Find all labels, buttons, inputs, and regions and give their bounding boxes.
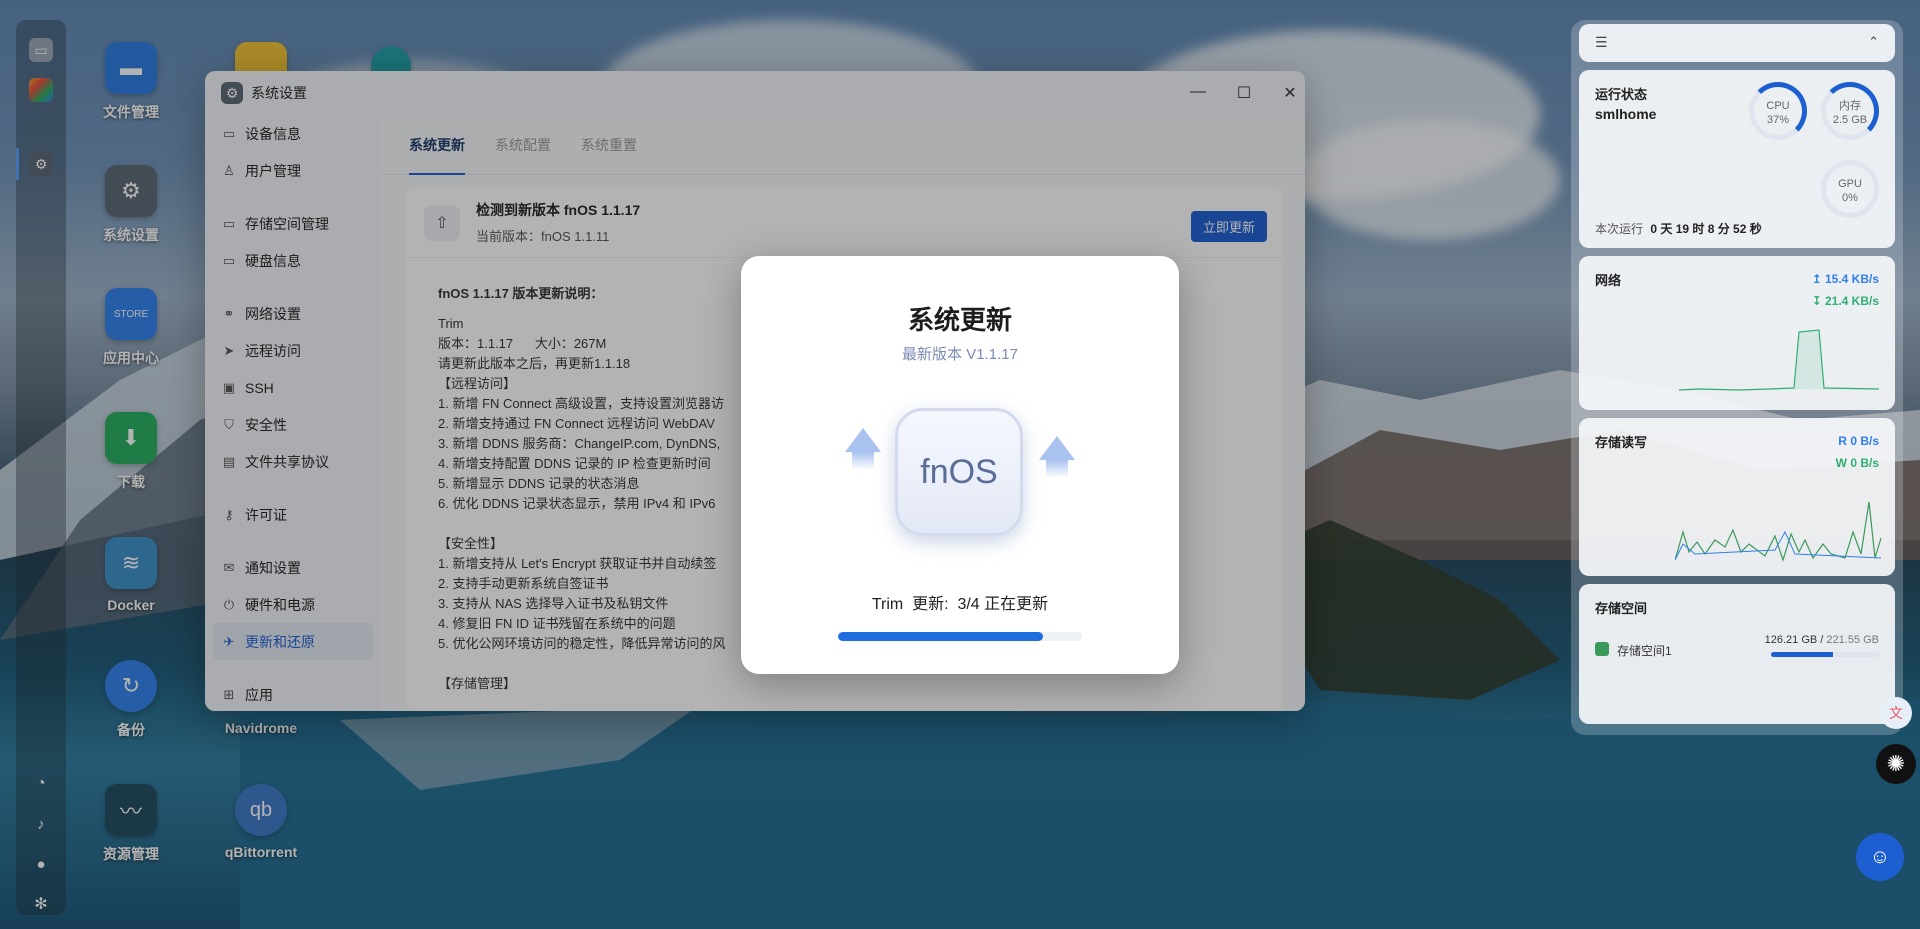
widget-toolbar: ☰ ⌃ bbox=[1579, 24, 1895, 62]
ai-assistant-icon[interactable]: ✺ bbox=[1876, 744, 1916, 784]
update-progress-fill bbox=[838, 632, 1043, 641]
up-arrow-stem-left bbox=[852, 452, 874, 470]
widget-storage-io: 存储读写 R 0 B/s W 0 B/s bbox=[1579, 418, 1895, 576]
volume-name: 存储空间1 bbox=[1617, 644, 1672, 658]
storage-title: 存储空间 bbox=[1595, 601, 1648, 616]
dialog-subtitle: 最新版本 V1.1.17 bbox=[902, 346, 1018, 363]
network-chart bbox=[1679, 329, 1879, 391]
widget-storage: 存储空间 存储空间1 126.21 GB / 221.55 GB bbox=[1579, 584, 1895, 724]
storage-write-rate: W 0 B/s bbox=[1835, 456, 1879, 470]
volume-usage: 126.21 GB / 221.55 GB bbox=[1764, 634, 1879, 646]
dialog-title: 系统更新 bbox=[907, 305, 1012, 335]
widget-run-status: 运行状态 smlhome CPU 37% 内存 2.5 GB GPU 0% 本次… bbox=[1579, 70, 1895, 248]
network-title: 网络 bbox=[1595, 273, 1622, 288]
cpu-gauge: CPU 37% bbox=[1749, 82, 1807, 140]
memory-gauge: 内存 2.5 GB bbox=[1821, 82, 1879, 140]
storage-io-title: 存储读写 bbox=[1595, 435, 1648, 450]
storage-read-rate: R 0 B/s bbox=[1838, 434, 1879, 448]
hostname: smlhome bbox=[1595, 106, 1657, 122]
network-download-rate: ↧ 21.4 KB/s bbox=[1811, 294, 1879, 308]
update-status-text: Trim 更新: 3/4 正在更新 bbox=[871, 596, 1049, 613]
update-progress-bar bbox=[838, 632, 1082, 641]
run-status-title: 运行状态 bbox=[1595, 87, 1648, 102]
gpu-gauge: GPU 0% bbox=[1821, 160, 1879, 218]
update-illustration: fnOS bbox=[840, 386, 1080, 566]
up-arrow-right-icon bbox=[1039, 436, 1075, 460]
volume-usage-fill bbox=[1771, 652, 1833, 657]
widget-network: 网络 ↥ 15.4 KB/s ↧ 21.4 KB/s bbox=[1579, 256, 1895, 410]
collapse-icon[interactable]: ⌃ bbox=[1868, 34, 1879, 50]
up-arrow-stem-right bbox=[1046, 460, 1068, 478]
filter-icon[interactable]: ☰ bbox=[1595, 34, 1608, 51]
volume-usage-bar bbox=[1771, 652, 1879, 657]
widget-panel: ☰ ⌃ 运行状态 smlhome CPU 37% 内存 2.5 GB GPU 0… bbox=[1571, 20, 1903, 735]
system-update-dialog: 系统更新 最新版本 V1.1.17 fnOS Trim 更新: 3/4 正在更新 bbox=[741, 256, 1179, 674]
chat-support-button[interactable]: ☺ bbox=[1856, 833, 1904, 881]
volume-icon bbox=[1595, 642, 1609, 656]
fnos-logo: fnOS bbox=[895, 408, 1023, 536]
storage-io-chart bbox=[1675, 501, 1882, 562]
up-arrow-left-icon bbox=[845, 428, 881, 452]
network-upload-rate: ↥ 15.4 KB/s bbox=[1811, 272, 1879, 286]
uptime: 本次运行 0 天 19 时 8 分 52 秒 bbox=[1595, 222, 1762, 236]
translate-icon[interactable]: 文 bbox=[1880, 697, 1912, 729]
